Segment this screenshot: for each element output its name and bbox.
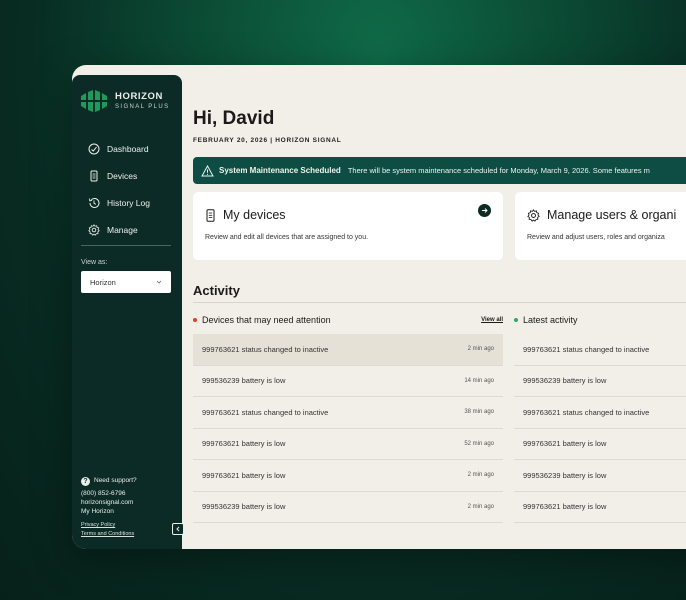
sidebar-item-label: Devices xyxy=(107,170,138,181)
row-text: 999763621 battery is low xyxy=(523,502,607,512)
row-time: 38 min ago xyxy=(464,409,494,416)
terms-link[interactable]: Terms and Conditions xyxy=(81,530,137,538)
list-item[interactable]: 999536239 battery is low xyxy=(514,366,686,397)
brand-name: HORIZON xyxy=(115,91,164,103)
main-content: Hi, David FEBRUARY 20, 2026 | HORIZON SI… xyxy=(193,65,686,549)
sidebar-divider xyxy=(81,245,171,246)
banner-text: There will be system maintenance schedul… xyxy=(347,166,650,175)
device-chip-icon xyxy=(206,208,215,222)
list-item[interactable]: 999763621 battery is low xyxy=(514,429,686,460)
card-description: Review and adjust users, roles and organ… xyxy=(527,234,665,241)
support-site[interactable]: horizonsignal.com xyxy=(81,499,137,508)
row-text: 999763621 status changed to inactive xyxy=(523,407,650,417)
sidebar-item-label: Dashboard xyxy=(107,143,149,154)
list-item[interactable]: 999763621 status changed to inactive xyxy=(514,334,686,366)
row-time: 14 min ago xyxy=(464,377,494,384)
collapse-sidebar-button[interactable] xyxy=(172,523,184,535)
gear-icon xyxy=(527,208,540,222)
logo[interactable]: HORIZON SIGNAL PLUS xyxy=(81,90,170,112)
warning-icon xyxy=(201,164,214,176)
list-item[interactable]: 999536239 battery is low xyxy=(514,460,686,492)
activity-heading: Activity xyxy=(193,283,240,298)
page-subtitle: FEBRUARY 20, 2026 | HORIZON SIGNAL xyxy=(193,137,342,144)
sidebar: HORIZON SIGNAL PLUS Dashboard Devices Hi… xyxy=(72,75,184,549)
card-title: Manage users & organi xyxy=(547,208,677,222)
sidebar-item-dashboard[interactable]: Dashboard xyxy=(88,135,150,162)
list-item[interactable]: 999763621 status changed to inactive 38 … xyxy=(193,397,503,429)
list-item[interactable]: 999536239 battery is low 2 min ago xyxy=(193,492,503,523)
manage-users-card[interactable]: Manage users & organi Review and adjust … xyxy=(515,192,686,260)
privacy-policy-link[interactable]: Privacy Policy xyxy=(81,521,137,529)
sidebar-item-label: Manage xyxy=(107,224,138,235)
support-phone[interactable]: (800) 852-6796 xyxy=(81,490,137,499)
row-text: 999763621 battery is low xyxy=(523,439,607,449)
row-time: 2 min ago xyxy=(467,472,494,479)
view-all-link[interactable]: View all xyxy=(481,317,503,323)
status-dot-icon xyxy=(514,318,518,322)
row-text: 999536239 battery is low xyxy=(523,376,607,386)
activity-divider xyxy=(193,302,686,303)
attention-heading: Devices that may need attention xyxy=(202,315,331,325)
arrow-right-icon xyxy=(482,208,488,213)
list-item[interactable]: 999763621 battery is low 2 min ago xyxy=(193,460,503,492)
list-item[interactable]: 999763621 battery is low 52 min ago xyxy=(193,429,503,460)
row-text: 999536239 battery is low xyxy=(202,502,286,512)
horizon-logo-icon xyxy=(81,90,108,112)
row-text: 999536239 battery is low xyxy=(523,470,607,480)
row-text: 999763621 battery is low xyxy=(202,439,286,449)
list-item[interactable]: 999536239 battery is low 14 min ago xyxy=(193,366,503,397)
row-text: 999763621 status changed to inactive xyxy=(202,407,329,417)
latest-heading: Latest activity xyxy=(523,315,578,325)
row-time: 2 min ago xyxy=(467,503,494,510)
row-time: 52 min ago xyxy=(464,440,494,447)
view-as-select[interactable]: Horizon xyxy=(81,271,171,293)
history-clock-icon xyxy=(88,197,100,209)
attention-panel: Devices that may need attention View all… xyxy=(193,309,503,523)
view-as-label: View as: xyxy=(81,259,108,266)
list-item[interactable]: 999763621 status changed to inactive 2 m… xyxy=(193,334,503,366)
list-item[interactable]: 999763621 battery is low xyxy=(514,492,686,523)
sidebar-nav: Dashboard Devices History Log Manage xyxy=(88,135,150,243)
chevron-down-icon xyxy=(156,280,162,284)
card-description: Review and edit all devices that are ass… xyxy=(205,234,369,241)
latest-activity-panel: Latest activity 999763621 status changed… xyxy=(514,309,686,523)
app-window: HORIZON SIGNAL PLUS Dashboard Devices Hi… xyxy=(72,65,686,549)
brand-tagline: SIGNAL PLUS xyxy=(115,103,170,110)
view-as-value: Horizon xyxy=(90,277,116,287)
gear-icon xyxy=(88,223,100,236)
chevron-left-icon xyxy=(176,526,180,532)
row-text: 999763621 status changed to inactive xyxy=(523,344,650,354)
page-title: Hi, David xyxy=(193,108,275,129)
row-text: 999763621 status changed to inactive xyxy=(202,344,329,354)
alert-dot-icon xyxy=(193,318,197,322)
row-text: 999536239 battery is low xyxy=(202,376,286,386)
sidebar-item-devices[interactable]: Devices xyxy=(88,162,150,189)
support-account[interactable]: My Horizon xyxy=(81,508,137,517)
banner-title: System Maintenance Scheduled xyxy=(219,166,341,175)
device-chip-icon xyxy=(88,170,100,182)
sidebar-item-label: History Log xyxy=(107,197,150,208)
open-devices-button[interactable] xyxy=(478,204,491,217)
row-text: 999763621 battery is low xyxy=(202,470,286,480)
support-heading: Need support? xyxy=(94,477,137,485)
sidebar-item-manage[interactable]: Manage xyxy=(88,216,150,243)
help-icon: ? xyxy=(81,477,90,486)
row-time: 2 min ago xyxy=(467,346,494,353)
sidebar-item-history-log[interactable]: History Log xyxy=(88,189,150,216)
maintenance-banner[interactable]: System Maintenance Scheduled There will … xyxy=(193,157,686,184)
my-devices-card[interactable]: My devices Review and edit all devices t… xyxy=(193,192,503,260)
card-title: My devices xyxy=(223,208,286,222)
dashboard-gauge-icon xyxy=(88,143,100,155)
support-block: ? Need support? (800) 852-6796 horizonsi… xyxy=(81,477,137,538)
list-item[interactable]: 999763621 status changed to inactive xyxy=(514,397,686,429)
